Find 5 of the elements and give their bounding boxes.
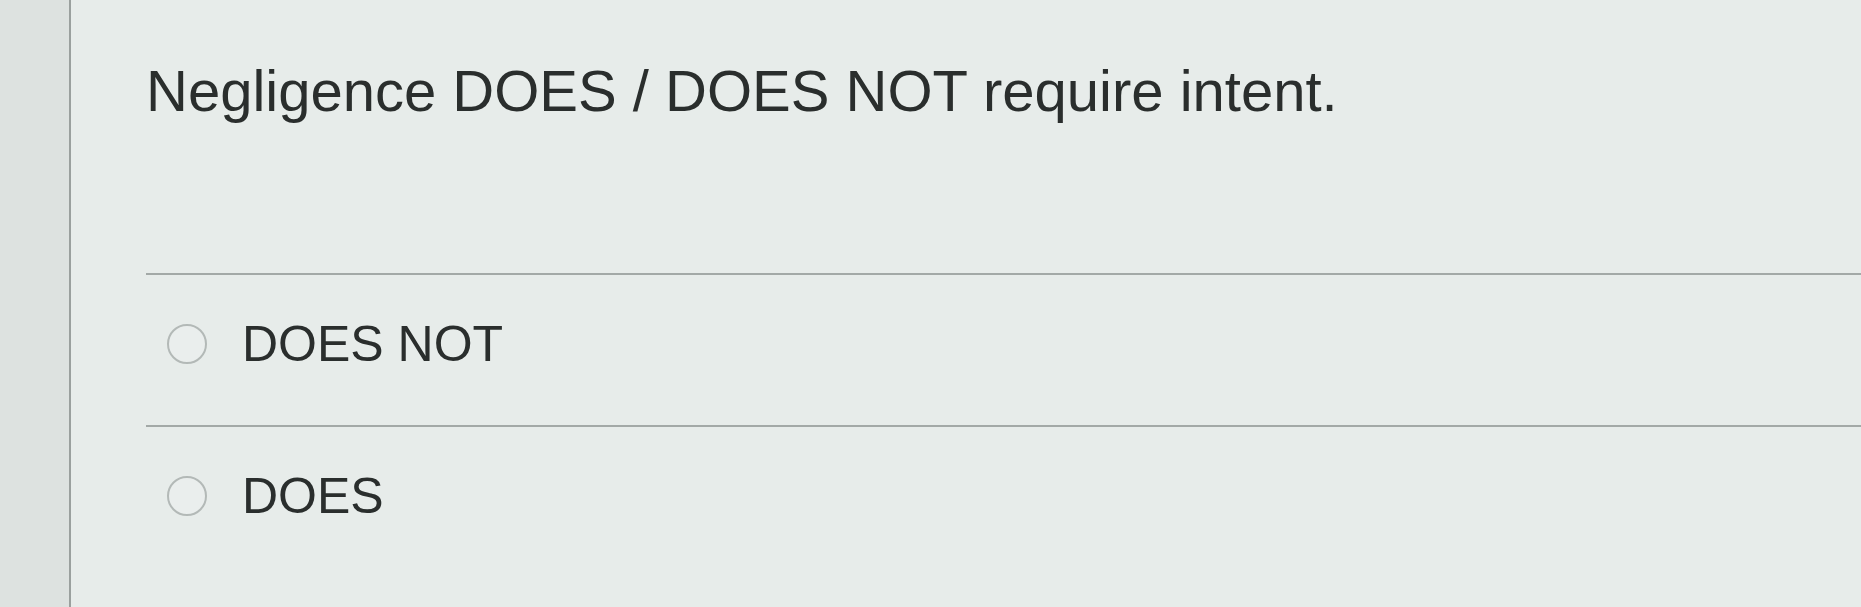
radio-button[interactable] [167,476,207,516]
radio-button[interactable] [167,324,207,364]
option-label[interactable]: DOES [242,467,384,525]
question-text: Negligence DOES / DOES NOT require intent. [146,60,1338,122]
option-label[interactable]: DOES NOT [242,315,504,373]
